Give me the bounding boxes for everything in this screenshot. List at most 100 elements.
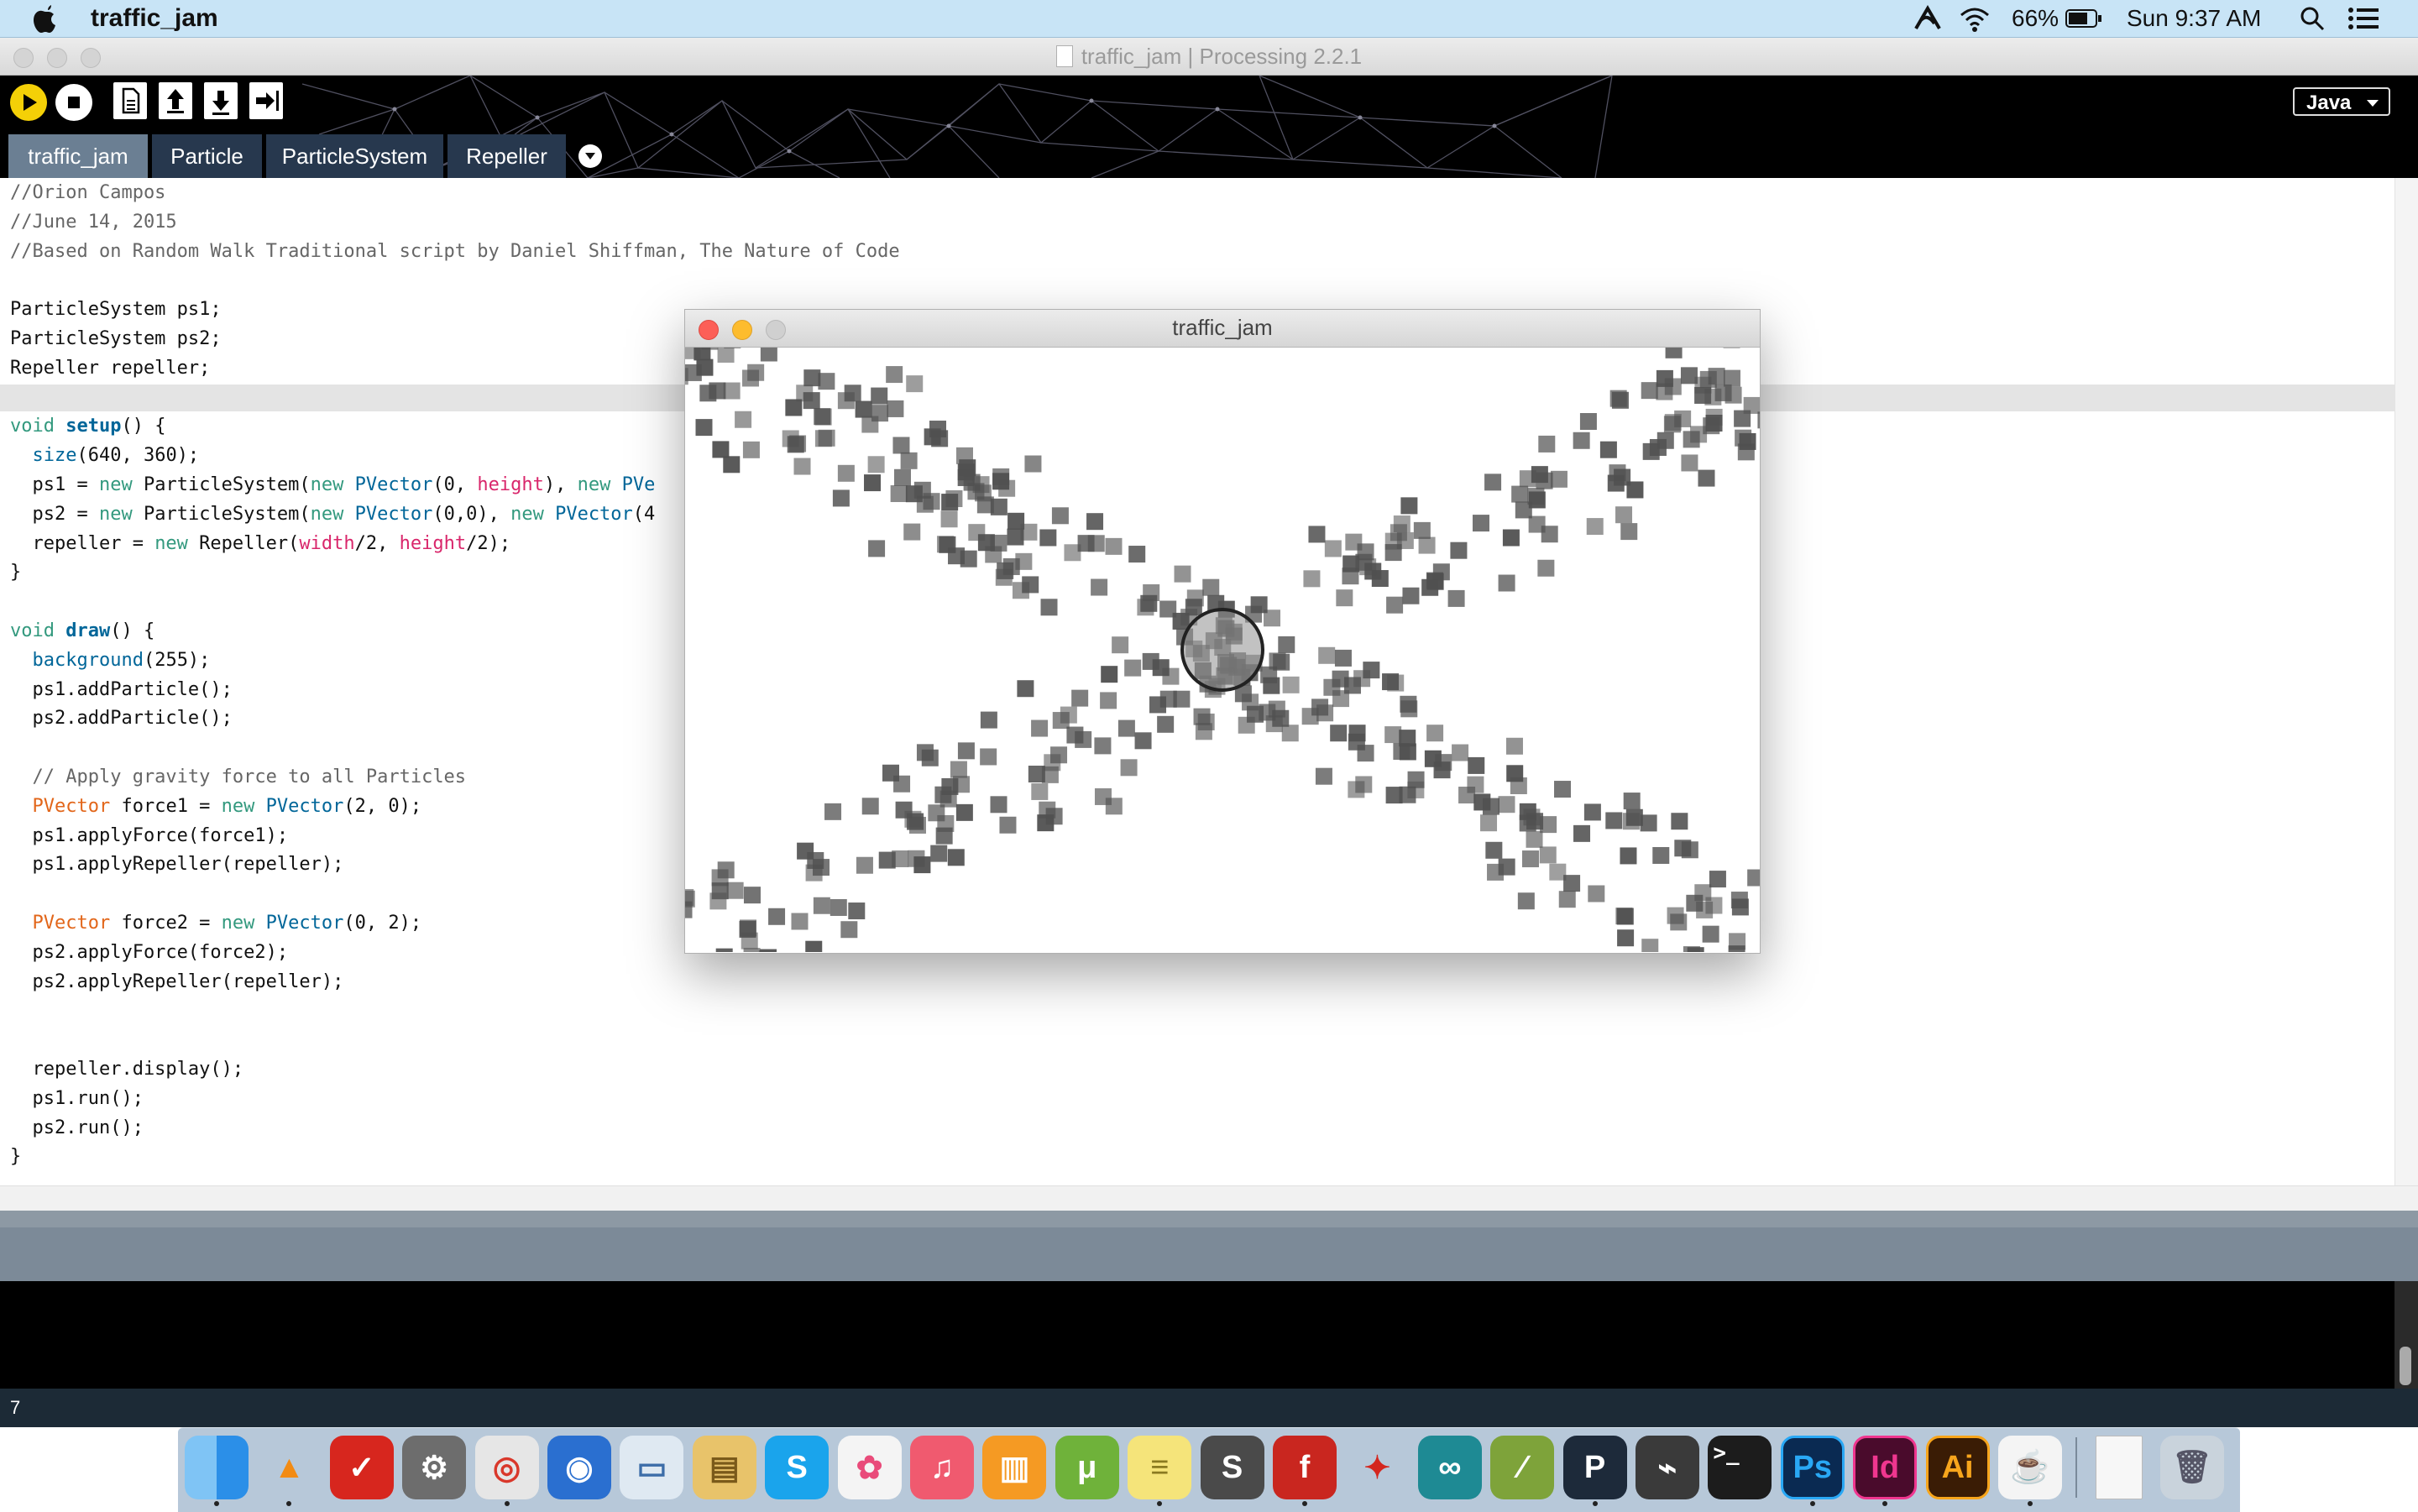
particle <box>1667 907 1684 924</box>
particle <box>1124 659 1142 677</box>
particle <box>1723 369 1740 387</box>
document-proxy-icon[interactable] <box>1055 45 1073 67</box>
adobe-air-icon[interactable]: ✦ <box>1345 1436 1409 1499</box>
particle <box>893 775 911 793</box>
notes-icon[interactable]: ≡ <box>1128 1436 1192 1499</box>
particle <box>887 400 904 417</box>
stop-button[interactable] <box>55 84 92 121</box>
sketch-canvas[interactable] <box>685 348 1760 952</box>
google-earth-icon[interactable]: ◉ <box>547 1436 611 1499</box>
particle <box>1077 535 1095 552</box>
avira-icon[interactable]: ✓ <box>329 1436 394 1499</box>
mode-selector[interactable]: Java <box>2293 87 2390 116</box>
illustrator-icon[interactable]: Ai <box>1925 1436 1990 1499</box>
tab-repeller[interactable]: Repeller <box>447 134 566 178</box>
photos-icon[interactable]: ✿ <box>837 1436 902 1499</box>
particle <box>824 803 842 820</box>
console-output[interactable] <box>0 1281 2418 1389</box>
tab-menu-button[interactable] <box>578 144 602 168</box>
aurora-status-icon[interactable] <box>1913 5 1943 32</box>
spotlight-search-icon[interactable] <box>2299 5 2326 32</box>
particle <box>1094 787 1112 805</box>
particle <box>1157 715 1175 733</box>
skype-icon[interactable]: S <box>765 1436 830 1499</box>
editor-vertical-scrollbar[interactable] <box>2394 178 2418 1185</box>
new-sketch-button[interactable] <box>113 82 147 119</box>
particle <box>1519 470 1536 488</box>
particle <box>1017 680 1034 698</box>
particle <box>1539 846 1557 864</box>
apple-icon[interactable] <box>32 3 60 34</box>
particle <box>1558 891 1576 908</box>
ibooks-icon[interactable]: ▥ <box>982 1436 1047 1499</box>
particle <box>723 456 741 473</box>
itunes-icon[interactable]: ♫ <box>910 1436 974 1499</box>
dock-separator <box>2075 1437 2078 1498</box>
particle <box>890 485 908 503</box>
export-sketch-button[interactable] <box>249 82 283 119</box>
particle <box>906 375 924 393</box>
battery-icon[interactable] <box>2065 8 2102 29</box>
particle <box>1506 765 1524 782</box>
particle <box>1615 908 1633 925</box>
particle <box>1472 515 1489 532</box>
notification-center-icon[interactable] <box>2347 7 2379 30</box>
clock[interactable]: Sun 9:37 AM <box>2127 3 2261 34</box>
particle <box>1324 540 1342 557</box>
particle <box>1101 666 1118 683</box>
console-scroll-thumb[interactable] <box>2400 1347 2411 1385</box>
particle <box>1281 725 1299 742</box>
particle <box>1541 526 1558 543</box>
tab-traffic-jam[interactable]: traffic_jam <box>8 134 148 178</box>
photoshop-icon[interactable]: Ps <box>1780 1436 1845 1499</box>
particle <box>1664 378 1682 395</box>
particle <box>685 890 695 908</box>
run-button[interactable] <box>10 84 47 121</box>
particle <box>1641 382 1658 400</box>
ffmpeg-icon[interactable]: ⌁ <box>1636 1436 1699 1499</box>
particle <box>803 369 821 387</box>
particle <box>1071 689 1089 707</box>
code-line: ps1.addParticle(); <box>10 678 233 700</box>
particle <box>1348 733 1365 751</box>
tab-particle[interactable]: Particle <box>152 134 262 178</box>
app-menu-name[interactable]: traffic_jam <box>91 3 218 34</box>
sketch-titlebar[interactable]: traffic_jam <box>685 310 1760 348</box>
utorrent-icon[interactable]: μ <box>1055 1436 1119 1499</box>
sketch-window[interactable]: traffic_jam <box>684 309 1761 954</box>
system-preferences-icon[interactable]: ⚙ <box>402 1436 467 1499</box>
vlc-icon[interactable]: ▲ <box>257 1436 321 1499</box>
particle <box>1278 636 1295 653</box>
particle <box>1511 485 1529 503</box>
code-line: repeller = new Repeller(width/2, height/… <box>10 532 511 554</box>
chrome-icon[interactable]: ◎ <box>474 1436 539 1499</box>
trash-icon[interactable]: 🗑 <box>2159 1436 2224 1499</box>
open-sketch-button[interactable] <box>159 82 192 119</box>
terminal-icon[interactable]: >_ <box>1708 1436 1772 1499</box>
gps-icon[interactable]: ∕ <box>1490 1436 1555 1499</box>
wifi-icon[interactable] <box>1958 5 1991 32</box>
arduino-icon[interactable]: ∞ <box>1417 1436 1482 1499</box>
finder-icon[interactable] <box>185 1436 249 1499</box>
java-icon[interactable]: ☕ <box>1998 1436 2062 1499</box>
tab-particle-system[interactable]: ParticleSystem <box>266 134 443 178</box>
processing-icon[interactable]: P <box>1562 1436 1627 1499</box>
console-scrollbar[interactable] <box>2394 1281 2418 1389</box>
indesign-icon[interactable]: Id <box>1853 1436 1918 1499</box>
document-icon[interactable] <box>2096 1436 2143 1499</box>
save-sketch-button[interactable] <box>204 82 238 119</box>
particle <box>1407 771 1425 788</box>
preview-icon[interactable]: ▭ <box>620 1436 684 1499</box>
flash-icon[interactable]: f <box>1273 1436 1337 1499</box>
particle <box>959 459 976 477</box>
sublime-text-icon[interactable]: S <box>1200 1436 1264 1499</box>
editor-horizontal-scrollbar[interactable] <box>0 1185 2418 1211</box>
particle <box>1694 386 1712 404</box>
archive-utility-icon[interactable]: ▤ <box>692 1436 756 1499</box>
particle <box>1435 754 1452 772</box>
code-line: ps2.run(); <box>10 1117 144 1138</box>
particle <box>1625 808 1643 826</box>
particle <box>960 550 977 568</box>
running-indicator <box>1592 1501 1598 1506</box>
sketch-title: traffic_jam <box>1172 315 1273 340</box>
